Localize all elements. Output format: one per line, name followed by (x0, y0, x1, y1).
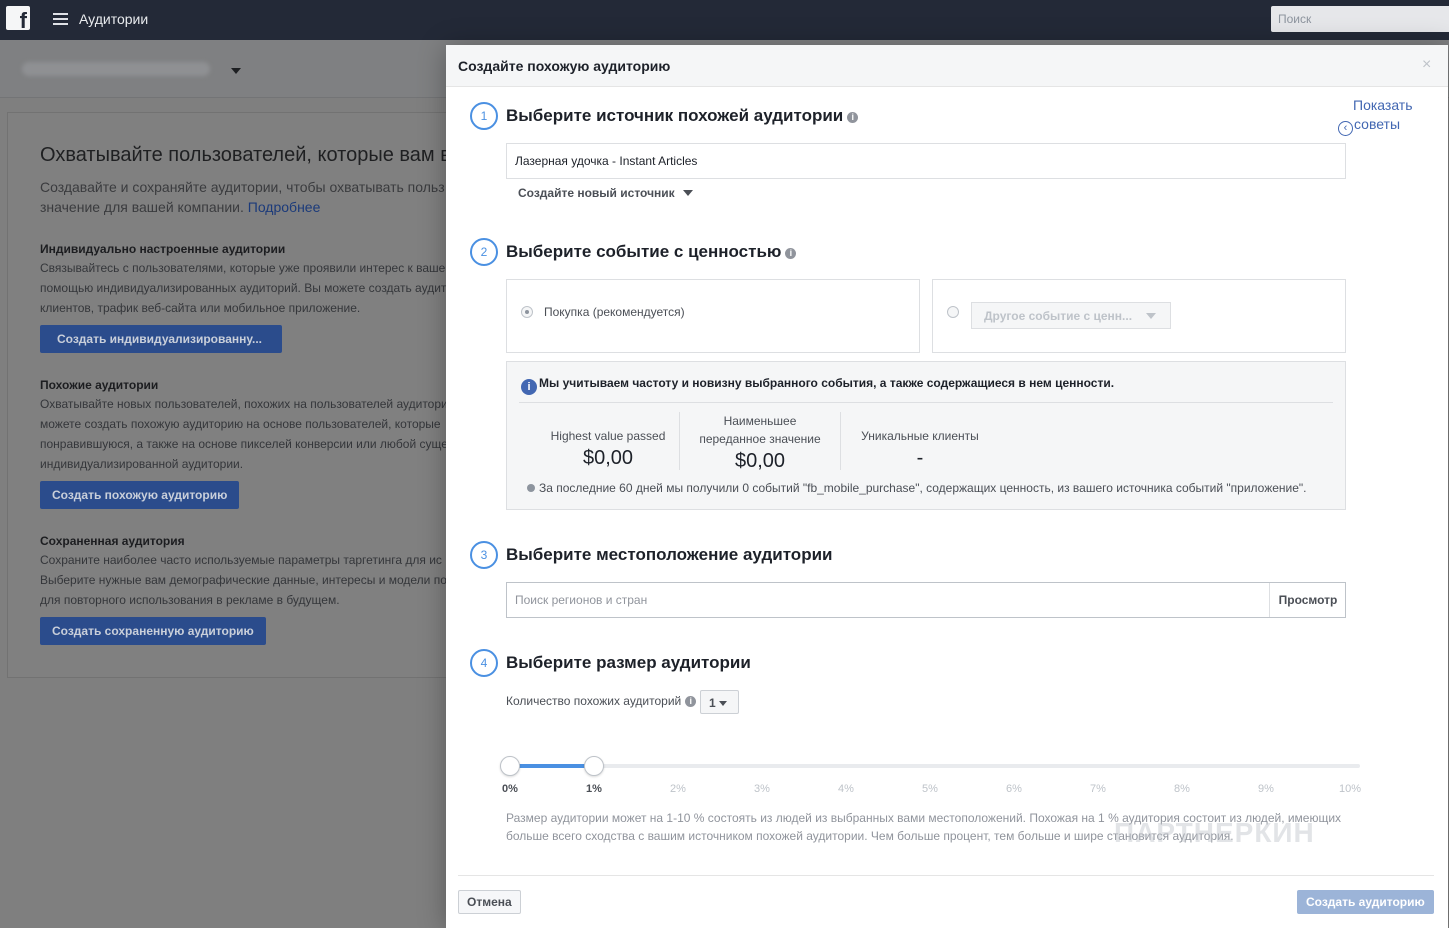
other-event-radio[interactable] (947, 306, 959, 318)
lookalike-audiences-desc: Охватывайте новых пользователей, похожих… (40, 397, 448, 411)
lookalike-audiences-desc: можете создать похожую аудиторию на осно… (40, 417, 441, 431)
info-icon[interactable]: i (685, 696, 697, 707)
slider-tick-label: 1% (586, 783, 602, 795)
stat-highest-value: Highest value passed $0,00 (528, 427, 688, 470)
slider-tick-label: 3% (754, 783, 770, 795)
lookalike-audiences-desc: индивидуализированной аудитории. (40, 457, 244, 471)
create-saved-audience-button[interactable]: Создать сохраненную аудиторию (40, 617, 266, 645)
custom-audiences-desc: Связывайтесь с пользователями, которые у… (40, 261, 446, 275)
info-icon[interactable]: i (785, 248, 797, 259)
lookalike-audiences-desc: понравившуюся, а также на основе пикселе… (40, 437, 448, 451)
location-placeholder: Поиск регионов и стран (515, 593, 648, 607)
page-heading: Охватывайте пользователей, которые вам в (40, 144, 451, 166)
facebook-logo-icon[interactable]: f (6, 6, 30, 30)
intro-text-line2: значение для вашей компании. Подробнее (40, 199, 321, 215)
show-tips-label[interactable]: советы (1354, 116, 1400, 132)
other-event-option[interactable]: Другое событие с ценн... (932, 279, 1346, 353)
info-icon: i (521, 379, 537, 395)
browse-button[interactable]: Просмотр (1269, 583, 1346, 617)
event-info-text: i Мы учитываем частоту и новизну выбранно… (521, 376, 1114, 395)
caret-down-icon (718, 701, 727, 706)
step-3-number: 3 (470, 541, 498, 569)
purchase-event-option[interactable]: Покупка (рекомендуется) (506, 279, 920, 353)
learn-more-link[interactable]: Подробнее (248, 199, 321, 215)
purchase-radio-label: Покупка (рекомендуется) (544, 305, 685, 319)
stat-label: Уникальные клиенты (861, 429, 979, 443)
slider-tick-label: 8% (1174, 783, 1190, 795)
slider-handle-start[interactable] (500, 756, 520, 776)
status-dot-icon (527, 484, 535, 492)
audience-count-label: Количество похожих аудиторий i (506, 694, 697, 708)
show-tips-link[interactable]: Показать (1353, 97, 1413, 113)
audience-count-select[interactable]: 1 (700, 690, 739, 714)
step-4-number: 4 (470, 649, 498, 677)
divider (519, 402, 1333, 403)
step-3-title: Выберите местоположение аудитории (506, 545, 833, 564)
event-note: За последние 60 дней мы получили 0 событ… (527, 481, 1307, 495)
slider-fill (510, 764, 594, 768)
stat-value: $0,00 (734, 450, 786, 472)
modal-header: Создайте похожую аудиторию × (446, 45, 1448, 87)
slider-tick-label: 2% (670, 783, 686, 795)
create-new-source-dropdown[interactable]: Создайте новый источник (518, 186, 693, 200)
slider-tick-label: 9% (1258, 783, 1274, 795)
custom-audiences-desc: помощью индивидуализированных аудиторий.… (40, 281, 447, 295)
step-2-number: 2 (470, 238, 498, 266)
slider-tick-label: 7% (1090, 783, 1106, 795)
app-title[interactable]: Аудитории (79, 11, 148, 27)
cancel-button[interactable]: Отмена (458, 890, 521, 914)
close-icon[interactable]: × (1422, 57, 1431, 73)
audiences-intro-card: Охватывайте пользователей, которые вам в… (7, 112, 457, 678)
show-tips-link-line2[interactable]: ‹ советы (1338, 116, 1400, 136)
account-name-blurred[interactable] (22, 62, 210, 76)
slider-tick-label: 4% (838, 783, 854, 795)
lookalike-source-input[interactable]: Лазерная удочка - Instant Articles (506, 143, 1346, 179)
step-4-title: Выберите размер аудитории (506, 653, 751, 672)
stat-unique-customers: Уникальные клиенты - (840, 427, 1000, 470)
search-input[interactable]: Поиск (1271, 6, 1449, 32)
create-lookalike-modal: Создайте похожую аудиторию × Показать ‹ с… (446, 45, 1448, 928)
chevron-left-icon[interactable]: ‹ (1338, 121, 1353, 136)
event-info-panel: i Мы учитываем частоту и новизну выбранно… (506, 361, 1346, 510)
saved-audience-title: Сохраненная аудитория (40, 534, 185, 548)
caret-down-icon (682, 190, 693, 196)
slider-tick-label: 0% (502, 783, 518, 795)
caret-down-icon (1146, 313, 1157, 319)
step-1-title: Выберите источник похожей аудитории i (506, 106, 859, 126)
top-navigation-bar: f Аудитории Поиск (0, 0, 1449, 40)
slider-handle-end[interactable] (584, 756, 604, 776)
audience-size-slider[interactable] (510, 764, 1360, 768)
saved-audience-desc: для повторного использования в рекламе в… (40, 593, 340, 607)
watermark: ПАРТНЕРКИН (1114, 817, 1315, 848)
other-event-select[interactable]: Другое событие с ценн... (971, 302, 1171, 329)
stat-lowest-value: Наименьшее переданное значение $0,00 (680, 412, 840, 473)
stat-label: Наименьшее переданное значение (699, 414, 821, 446)
divider (458, 875, 1434, 876)
slider-tick-label: 6% (1006, 783, 1022, 795)
create-custom-audience-button[interactable]: Создать индивидуализированну... (40, 325, 282, 353)
create-lookalike-audience-button[interactable]: Создать похожую аудиторию (40, 481, 240, 509)
slider-tick-label: 5% (922, 783, 938, 795)
step-1-number: 1 (470, 102, 498, 130)
custom-audiences-desc: клиентов, трафик веб-сайта или мобильное… (40, 301, 361, 315)
menu-icon[interactable] (53, 13, 68, 25)
slider-tick-label: 10% (1338, 783, 1362, 795)
chevron-down-icon[interactable] (231, 68, 241, 74)
intro-text: Создавайте и сохраняйте аудитории, чтобы… (40, 179, 445, 195)
saved-audience-desc: Выберите нужные вам демографические данн… (40, 573, 447, 587)
info-icon[interactable]: i (847, 112, 859, 123)
stat-value: - (916, 447, 924, 469)
modal-title: Создайте похожую аудиторию (458, 58, 671, 74)
lookalike-audiences-title: Похожие аудитории (40, 378, 159, 392)
stat-value: $0,00 (582, 447, 634, 469)
create-audience-button[interactable]: Создать аудиторию (1297, 890, 1434, 914)
custom-audiences-title: Индивидуально настроенные аудитории (40, 242, 286, 256)
location-search-input[interactable]: Поиск регионов и стран Просмотр (506, 582, 1346, 618)
saved-audience-desc: Сохраните наиболее часто используемые па… (40, 553, 442, 567)
purchase-radio[interactable] (521, 306, 533, 318)
stat-label: Highest value passed (550, 429, 666, 443)
step-2-title: Выберите событие с ценностью i (506, 242, 797, 262)
